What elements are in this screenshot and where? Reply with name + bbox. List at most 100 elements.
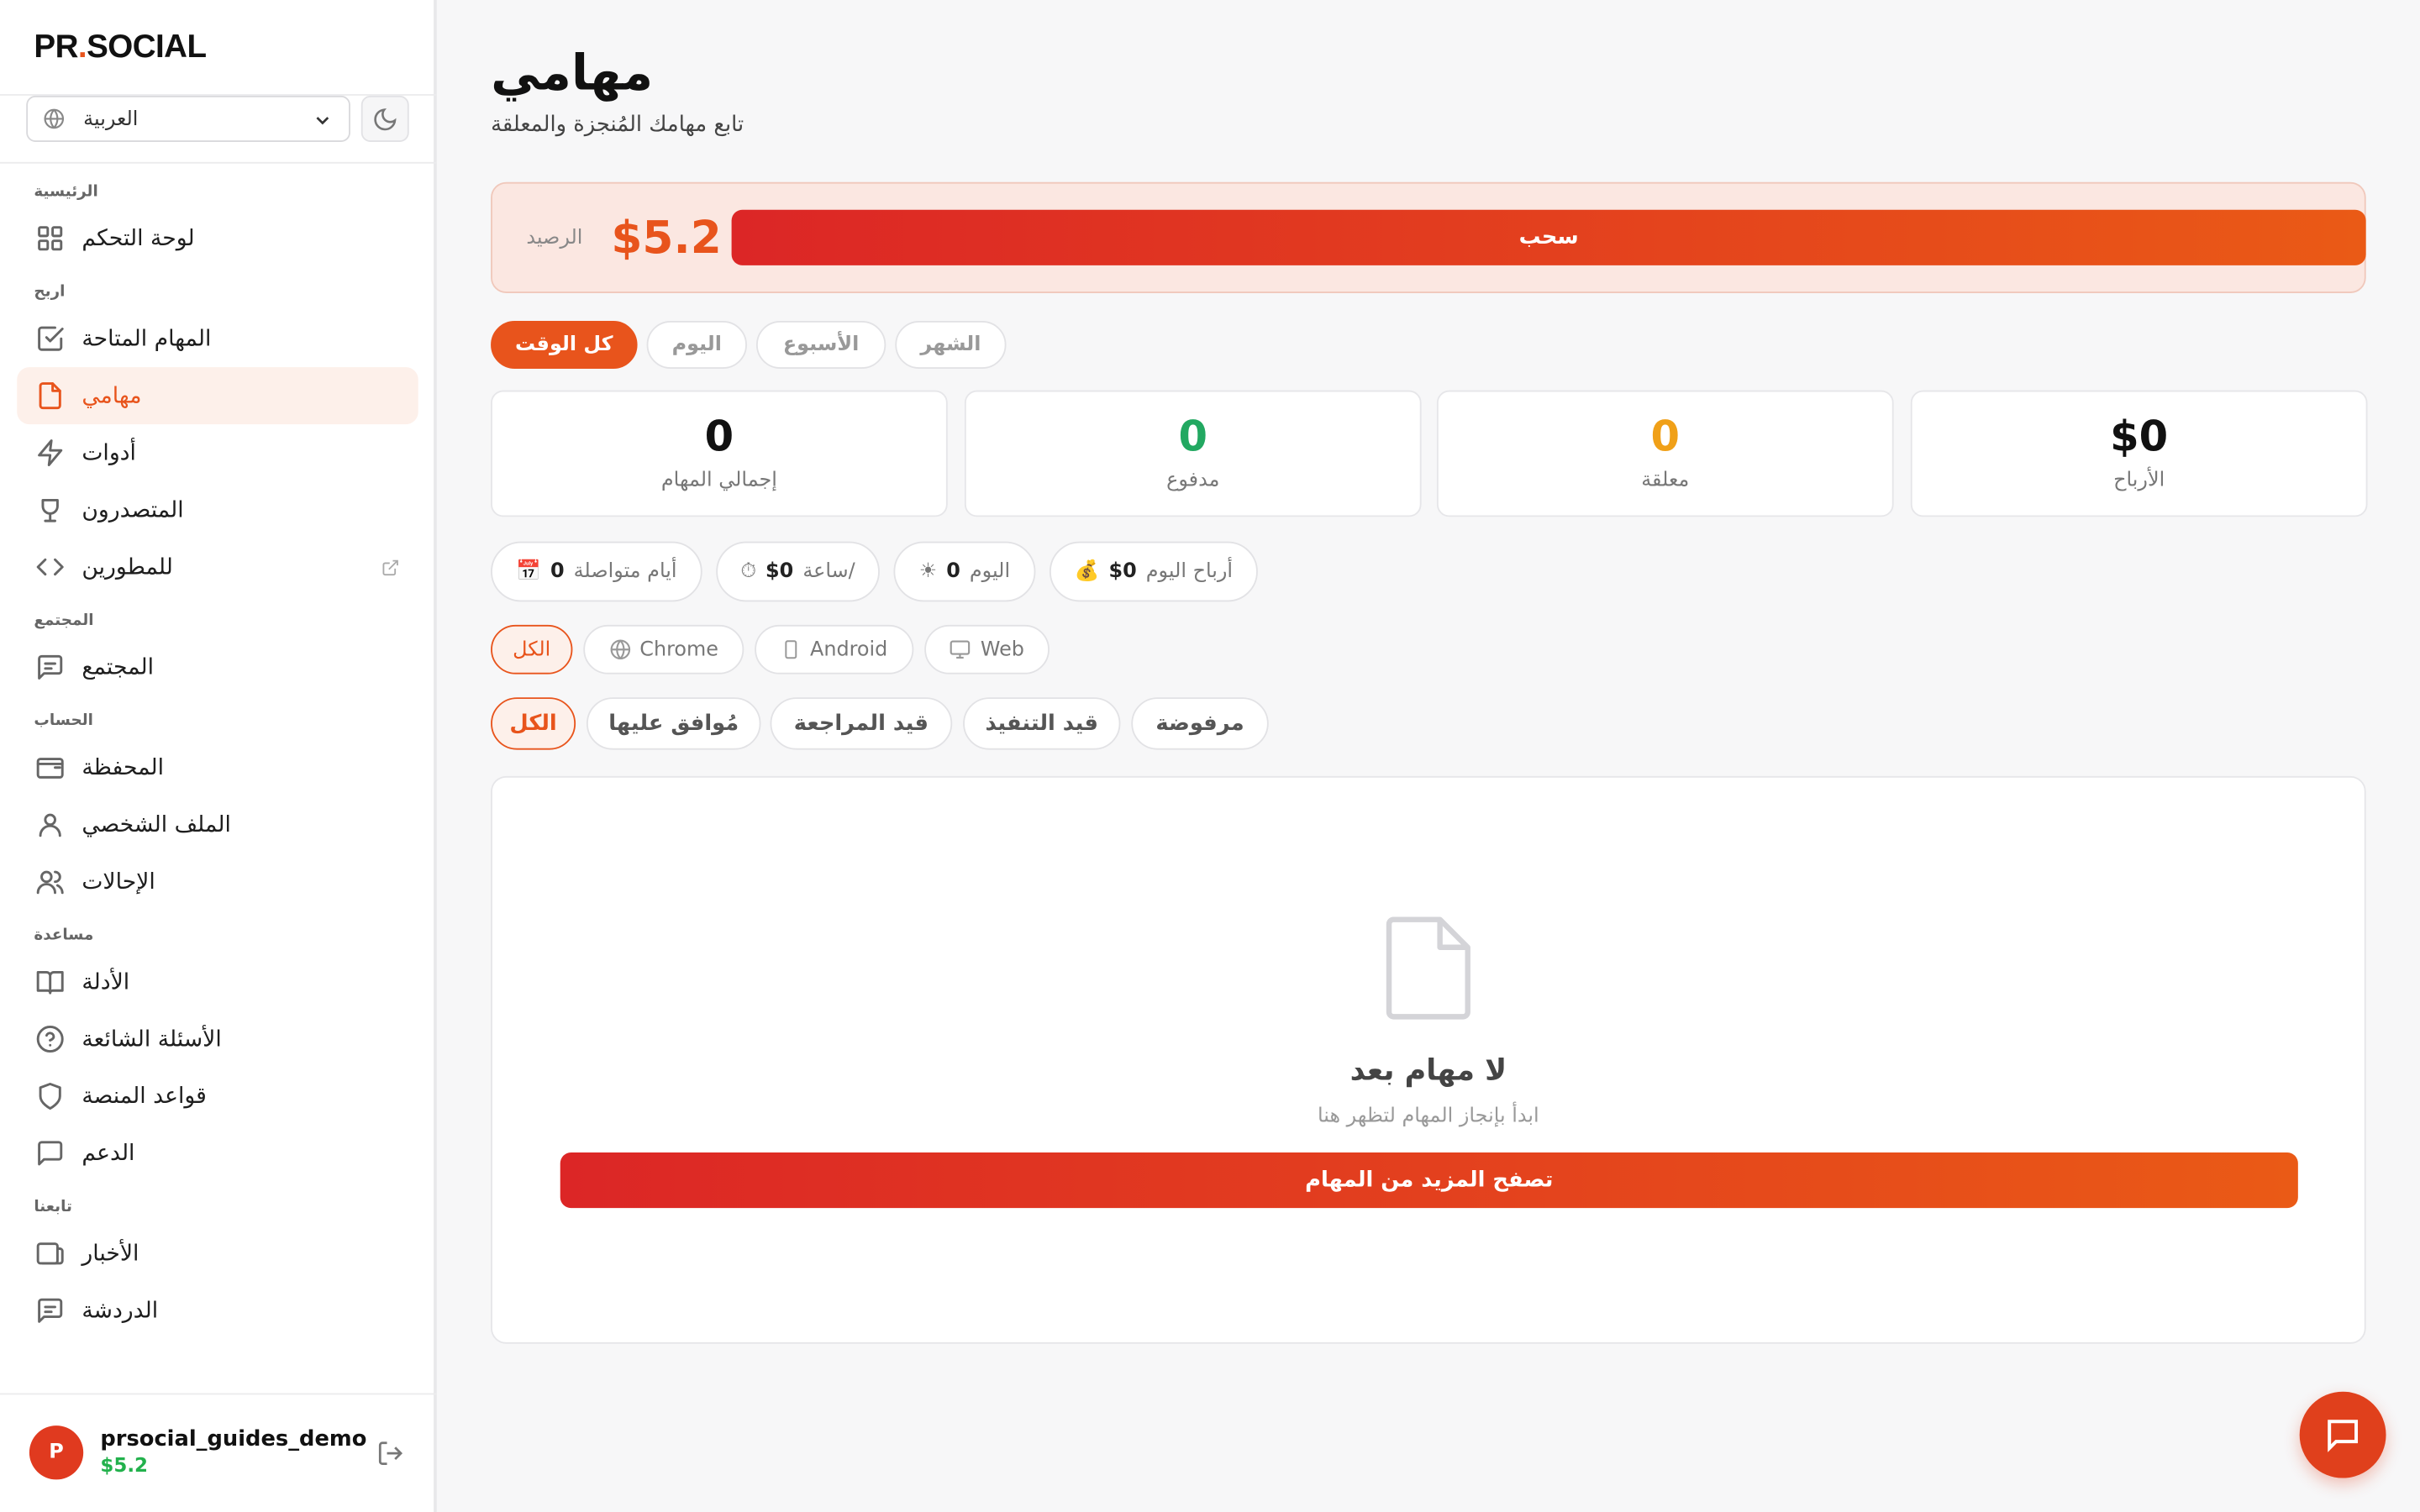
stat-total-tasks: 0 إجمالي المهام <box>491 390 948 517</box>
browse-tasks-button[interactable]: تصفح المزيد من المهام <box>560 1152 2298 1209</box>
user-balance: $5.2 <box>100 1453 149 1477</box>
status-in-progress[interactable]: قيد التنفيذ <box>963 697 1121 750</box>
language-row: العربية <box>26 95 409 142</box>
sidebar-item-label: الدعم <box>82 1141 135 1166</box>
sidebar-item-label: المتصدرون <box>82 497 184 522</box>
sidebar-item[interactable]: الأدلة <box>17 953 418 1011</box>
help-icon <box>34 1024 65 1055</box>
sidebar-item-label: أدوات <box>82 440 136 465</box>
stat-value: 0 <box>704 413 734 462</box>
status-approved[interactable]: مُوافق عليها <box>586 697 761 750</box>
stat-label: مدفوع <box>1166 469 1220 492</box>
sidebar-item[interactable]: أدوات <box>17 424 418 481</box>
file-icon <box>1386 916 1470 1020</box>
sidebar-item[interactable]: المجتمع <box>17 638 418 696</box>
platform-android[interactable]: Android <box>755 624 914 675</box>
empty-subtitle: ابدأ بإنجاز المهام لتظهر هنا <box>1317 1105 1539 1128</box>
period-all-time[interactable]: كل الوقت <box>491 321 638 369</box>
stat-earnings: $0 الأرباح <box>1910 390 2368 517</box>
sidebar-section-label: اربح <box>34 283 66 302</box>
sidebar-section-label: الحساب <box>34 712 93 730</box>
status-rejected[interactable]: مرفوضة <box>1131 697 1269 750</box>
calendar-icon: 📅 <box>516 559 541 584</box>
sidebar-item-label: مهامي <box>82 383 142 408</box>
chip-label: أيام متواصلة <box>573 559 677 584</box>
chip-label: ساعة/ <box>802 559 855 584</box>
sidebar-item-label: الإحالات <box>82 869 155 895</box>
theme-toggle-button[interactable] <box>360 95 409 142</box>
timer-icon: ⏱ <box>740 559 757 584</box>
sidebar-item[interactable]: المحفظة <box>17 739 418 796</box>
period-today[interactable]: اليوم <box>646 321 747 369</box>
balance-value: $5.2 <box>611 211 722 265</box>
sidebar-item[interactable]: الإحالات <box>17 853 418 911</box>
balance-card: الرصيد $5.2 سحب <box>491 181 2366 293</box>
trophy-icon <box>34 495 65 526</box>
today-chip: ☀ 0 اليوم <box>893 541 1036 602</box>
stat-value: 0 <box>1650 413 1681 462</box>
language-select[interactable]: العربية <box>26 95 350 142</box>
sidebar-item[interactable]: الأسئلة الشائعة <box>17 1011 418 1068</box>
sidebar-item[interactable]: قواعد المنصة <box>17 1068 418 1125</box>
sidebar-item-label: للمطورين <box>82 554 173 580</box>
sidebar-divider <box>0 94 437 96</box>
wallet-icon <box>34 752 65 783</box>
page-subtitle: تابع مهامك المُنجزة والمعلقة <box>491 113 744 138</box>
sidebar-item-label: قواعد المنصة <box>82 1084 207 1109</box>
sidebar-item-label: الدردشة <box>82 1298 159 1323</box>
language-value: العربية <box>83 107 139 131</box>
platform-all[interactable]: الكل <box>491 624 573 675</box>
sidebar-item-label: الأخبار <box>82 1241 139 1267</box>
main-content: مهامي تابع مهامك المُنجزة والمعلقة الرصي… <box>491 0 2368 1512</box>
sidebar-item[interactable]: الأخبار <box>17 1225 418 1282</box>
chat-icon <box>34 1138 65 1169</box>
status-under-review[interactable]: قيد المراجعة <box>770 697 953 750</box>
platform-chrome[interactable]: Chrome <box>583 624 744 675</box>
streak-chip: 📅 0 أيام متواصلة <box>491 541 702 602</box>
sidebar-item-label: الأسئلة الشائعة <box>82 1026 222 1052</box>
dashboard-icon <box>34 223 65 254</box>
sidebar-item-label: المحفظة <box>82 755 165 780</box>
sidebar-nav: الرئيسية لوحة التحكم اربح المهام المتاحة مها… <box>17 166 418 1339</box>
message-icon <box>34 652 65 683</box>
shield-icon <box>34 1081 65 1112</box>
message-icon <box>34 1295 65 1326</box>
platform-web[interactable]: Web <box>924 624 1050 675</box>
chip-value: 0 <box>550 559 565 584</box>
file-icon <box>34 381 65 412</box>
lightning-icon <box>34 438 65 469</box>
stat-label: الأرباح <box>2113 469 2165 492</box>
chip-label: أرباح اليوم <box>1145 559 1234 584</box>
sidebar-section-label: مساعدة <box>34 927 94 945</box>
sidebar-item[interactable]: المهام المتاحة <box>17 310 418 367</box>
sidebar-item[interactable]: الملف الشخصي <box>17 796 418 853</box>
sidebar-item[interactable]: مهامي <box>17 367 418 425</box>
sidebar-section-label: تابعنا <box>34 1199 72 1216</box>
globe-icon <box>44 108 65 129</box>
app-logo[interactable]: PR.SOCIAL <box>34 29 207 66</box>
stat-label: معلقة <box>1641 469 1690 492</box>
stat-value: 0 <box>1178 413 1208 462</box>
globe-icon <box>609 639 630 660</box>
chip-value: $0 <box>1108 559 1137 584</box>
chip-label: اليوم <box>969 559 1011 584</box>
news-icon <box>34 1238 65 1269</box>
sidebar-item[interactable]: المتصدرون <box>17 481 418 538</box>
logout-icon[interactable] <box>376 1440 404 1467</box>
platform-label: Android <box>810 638 888 662</box>
sidebar-item[interactable]: الدردشة <box>17 1282 418 1339</box>
period-week[interactable]: الأسبوع <box>755 321 886 369</box>
chat-fab-button[interactable] <box>2299 1391 2386 1478</box>
sidebar-section-label: الرئيسية <box>34 183 98 201</box>
status-all[interactable]: الكل <box>491 697 576 750</box>
phone-icon <box>785 640 797 659</box>
period-month[interactable]: الشهر <box>895 321 1007 369</box>
sidebar-item[interactable]: للمطورين <box>17 538 418 596</box>
avatar[interactable]: P <box>29 1425 84 1480</box>
sidebar-item[interactable]: الدعم <box>17 1125 418 1182</box>
sidebar-item-label: المجتمع <box>82 654 155 680</box>
sidebar: PR.SOCIAL العربية الرئيسية لوحة التحكم ارب… <box>0 0 437 1512</box>
users-icon <box>34 866 65 897</box>
sidebar-item[interactable]: لوحة التحكم <box>17 210 418 267</box>
withdraw-button[interactable]: سحب <box>731 209 2366 265</box>
